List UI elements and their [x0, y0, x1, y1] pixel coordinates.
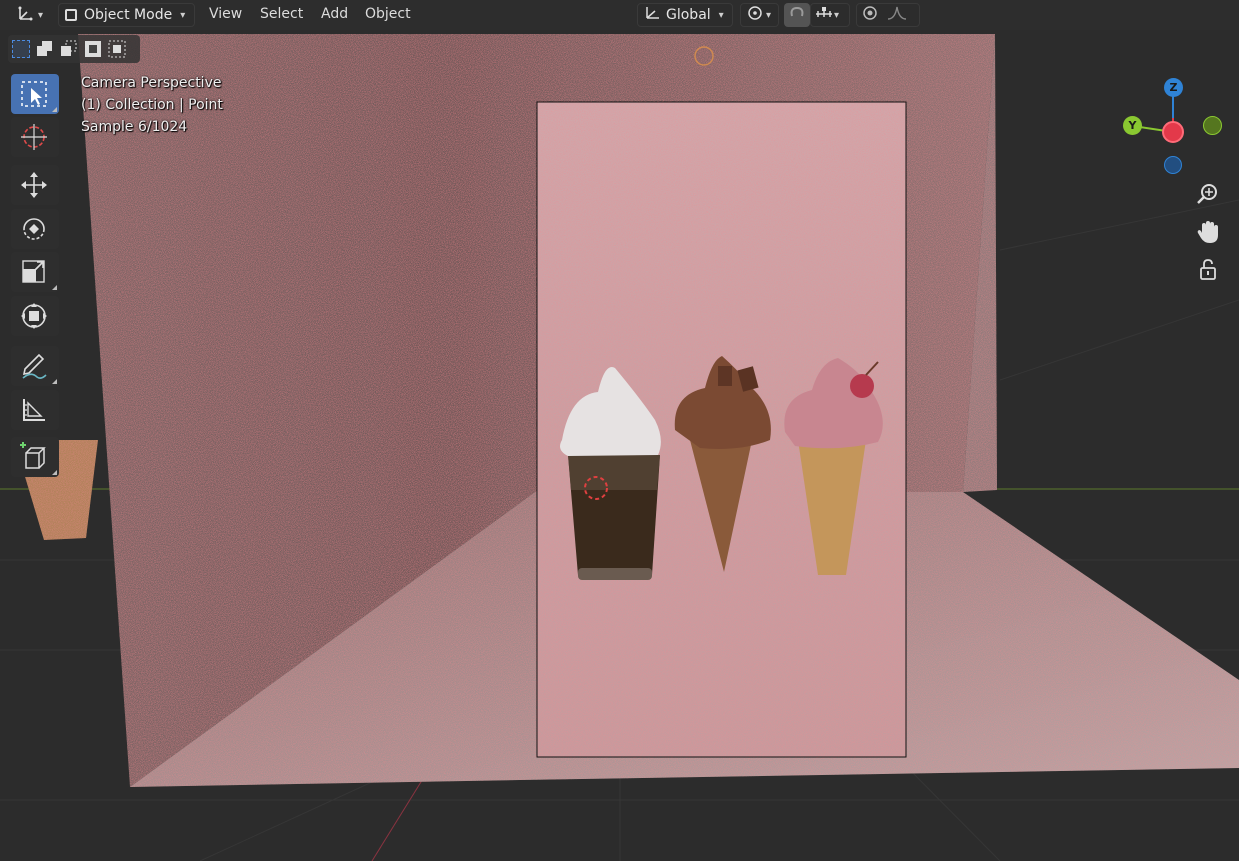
z-axis-label: Z — [1169, 81, 1178, 94]
mode-label: Object Mode — [84, 7, 173, 23]
tool-annotate[interactable] — [11, 346, 59, 386]
gizmo-x-axis[interactable] — [1162, 121, 1184, 143]
magnet-icon — [788, 4, 806, 26]
editor-type-button[interactable]: ▾ — [14, 3, 50, 27]
menu-object[interactable]: Object — [365, 6, 411, 22]
tool-transform[interactable] — [11, 296, 59, 336]
snap-target-dropdown[interactable]: ▾ — [810, 3, 850, 27]
falloff-curve-icon — [887, 4, 907, 26]
zoom-icon[interactable] — [1194, 180, 1222, 208]
snap-increment-icon — [814, 4, 834, 26]
gizmo-neg-z-axis[interactable] — [1164, 156, 1182, 174]
menu-add[interactable]: Add — [321, 6, 348, 22]
axis-gizmo-icon — [16, 4, 34, 26]
proportional-editing-icon — [861, 4, 881, 26]
select-invert-icon[interactable] — [84, 40, 102, 58]
select-new-icon[interactable] — [12, 40, 30, 58]
annotate-icon — [22, 353, 47, 379]
transform-icon — [21, 303, 47, 329]
tool-add-cube[interactable] — [11, 437, 59, 477]
chevron-down-icon: ▾ — [180, 9, 186, 21]
measure-icon — [23, 399, 45, 421]
tool-move[interactable] — [11, 165, 59, 205]
cursor-icon — [21, 124, 47, 150]
transform-orientation-dropdown[interactable]: Global ▾ — [637, 3, 733, 27]
chevron-down-icon: ▾ — [38, 9, 44, 21]
orientation-label: Global — [666, 7, 711, 23]
chevron-down-icon: ▾ — [766, 9, 772, 21]
pivot-icon — [745, 4, 765, 26]
menu-view[interactable]: View — [209, 6, 242, 22]
move-icon — [21, 172, 47, 198]
lock-icon[interactable] — [1194, 256, 1222, 284]
orientation-axes-icon — [642, 4, 662, 26]
tool-rotate[interactable] — [11, 209, 59, 249]
collection-info: (1) Collection | Point — [81, 97, 223, 113]
gizmo-z-axis[interactable]: Z — [1164, 78, 1183, 97]
object-mode-icon — [65, 9, 77, 21]
viewport-header: ▾ Object Mode ▾ View Select Add Object G… — [0, 0, 1239, 30]
select-subtract-icon[interactable] — [60, 40, 78, 58]
select-intersect-icon[interactable] — [108, 40, 126, 58]
rotate-icon — [23, 218, 45, 240]
menu-select[interactable]: Select — [260, 6, 303, 22]
gizmo-neg-y-axis[interactable] — [1203, 116, 1222, 135]
scale-icon — [22, 260, 45, 283]
chevron-down-icon: ▾ — [834, 9, 840, 21]
mode-dropdown[interactable]: Object Mode ▾ — [58, 3, 195, 27]
3d-viewport[interactable]: ▾ Object Mode ▾ View Select Add Object G… — [0, 0, 1239, 861]
tool-measure[interactable] — [11, 390, 59, 430]
snap-toggle[interactable] — [784, 3, 810, 27]
tool-scale[interactable] — [11, 252, 59, 292]
tool-select-box[interactable] — [11, 74, 59, 114]
pan-hand-icon[interactable] — [1194, 218, 1222, 246]
selection-mode-group — [8, 35, 140, 63]
pivot-point-dropdown[interactable]: ▾ — [740, 3, 779, 27]
tool-cursor[interactable] — [11, 117, 59, 157]
add-cube-icon — [20, 442, 46, 469]
gizmo-y-axis[interactable]: Y — [1123, 116, 1142, 135]
chevron-down-icon: ▾ — [718, 9, 724, 21]
y-axis-label: Y — [1128, 119, 1137, 132]
select-extend-icon[interactable] — [36, 40, 54, 58]
render-sample-count: Sample 6/1024 — [81, 119, 188, 135]
proportional-editing-group[interactable] — [856, 3, 920, 27]
view-name: Camera Perspective — [81, 75, 222, 91]
select-box-icon — [21, 81, 47, 107]
